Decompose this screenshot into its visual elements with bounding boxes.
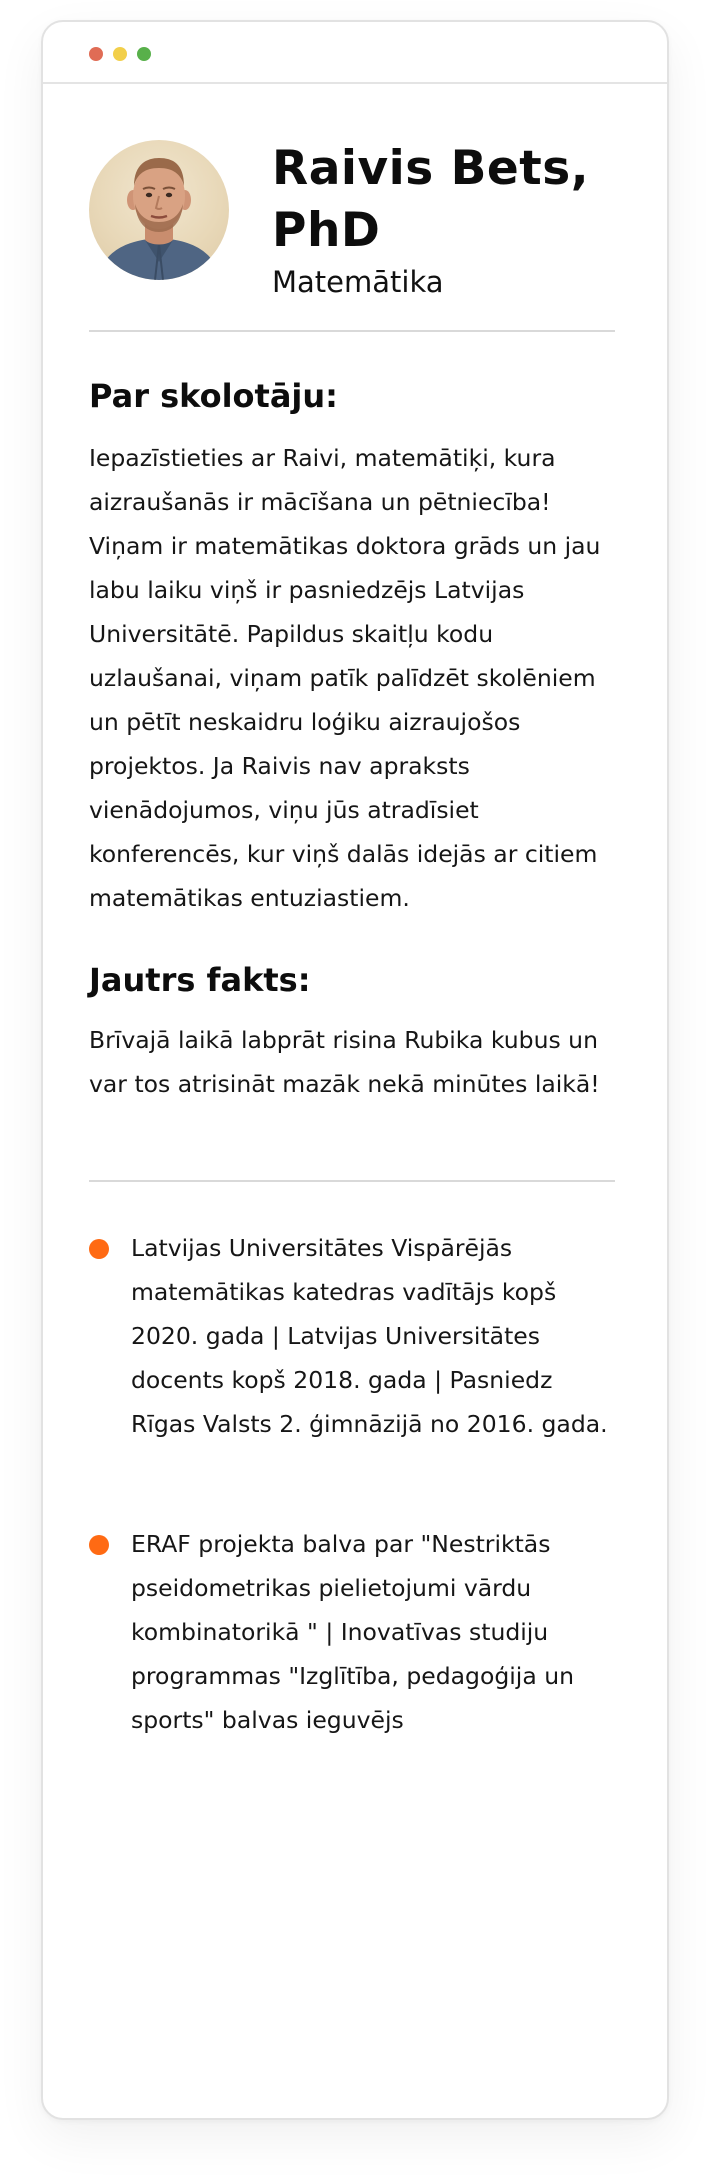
teacher-name: Raivis Bets, PhD	[272, 141, 590, 258]
bullet-dot-icon	[89, 1239, 109, 1259]
browser-window: Raivis Bets, PhD Matemātika Par skolotāj…	[41, 20, 669, 2120]
maximize-window-icon[interactable]	[137, 47, 151, 61]
teacher-portrait-photo-icon	[97, 158, 221, 280]
section-divider	[89, 330, 615, 332]
achievement-text: ERAF projekta balva par "Nestriktās psei…	[131, 1530, 574, 1734]
bullet-dot-icon	[89, 1535, 109, 1555]
section-divider	[89, 1180, 615, 1182]
teacher-subject: Matemātika	[272, 265, 444, 299]
minimize-window-icon[interactable]	[113, 47, 127, 61]
close-window-icon[interactable]	[89, 47, 103, 61]
list-item: Latvijas Universitātes Vispārējās matemā…	[89, 1226, 619, 1446]
achievement-text: Latvijas Universitātes Vispārējās matemā…	[131, 1234, 608, 1438]
list-item: ERAF projekta balva par "Nestriktās psei…	[89, 1522, 619, 1742]
window-titlebar	[43, 22, 667, 84]
about-heading: Par skolotāju:	[89, 377, 338, 415]
about-text: Iepazīstieties ar Raivi, matemātiķi, kur…	[89, 444, 601, 912]
fun-fact-heading: Jautrs fakts:	[89, 961, 311, 999]
avatar	[89, 140, 229, 280]
fun-fact-text: Brīvajā laikā labprāt risina Rubika kubu…	[89, 1026, 600, 1098]
